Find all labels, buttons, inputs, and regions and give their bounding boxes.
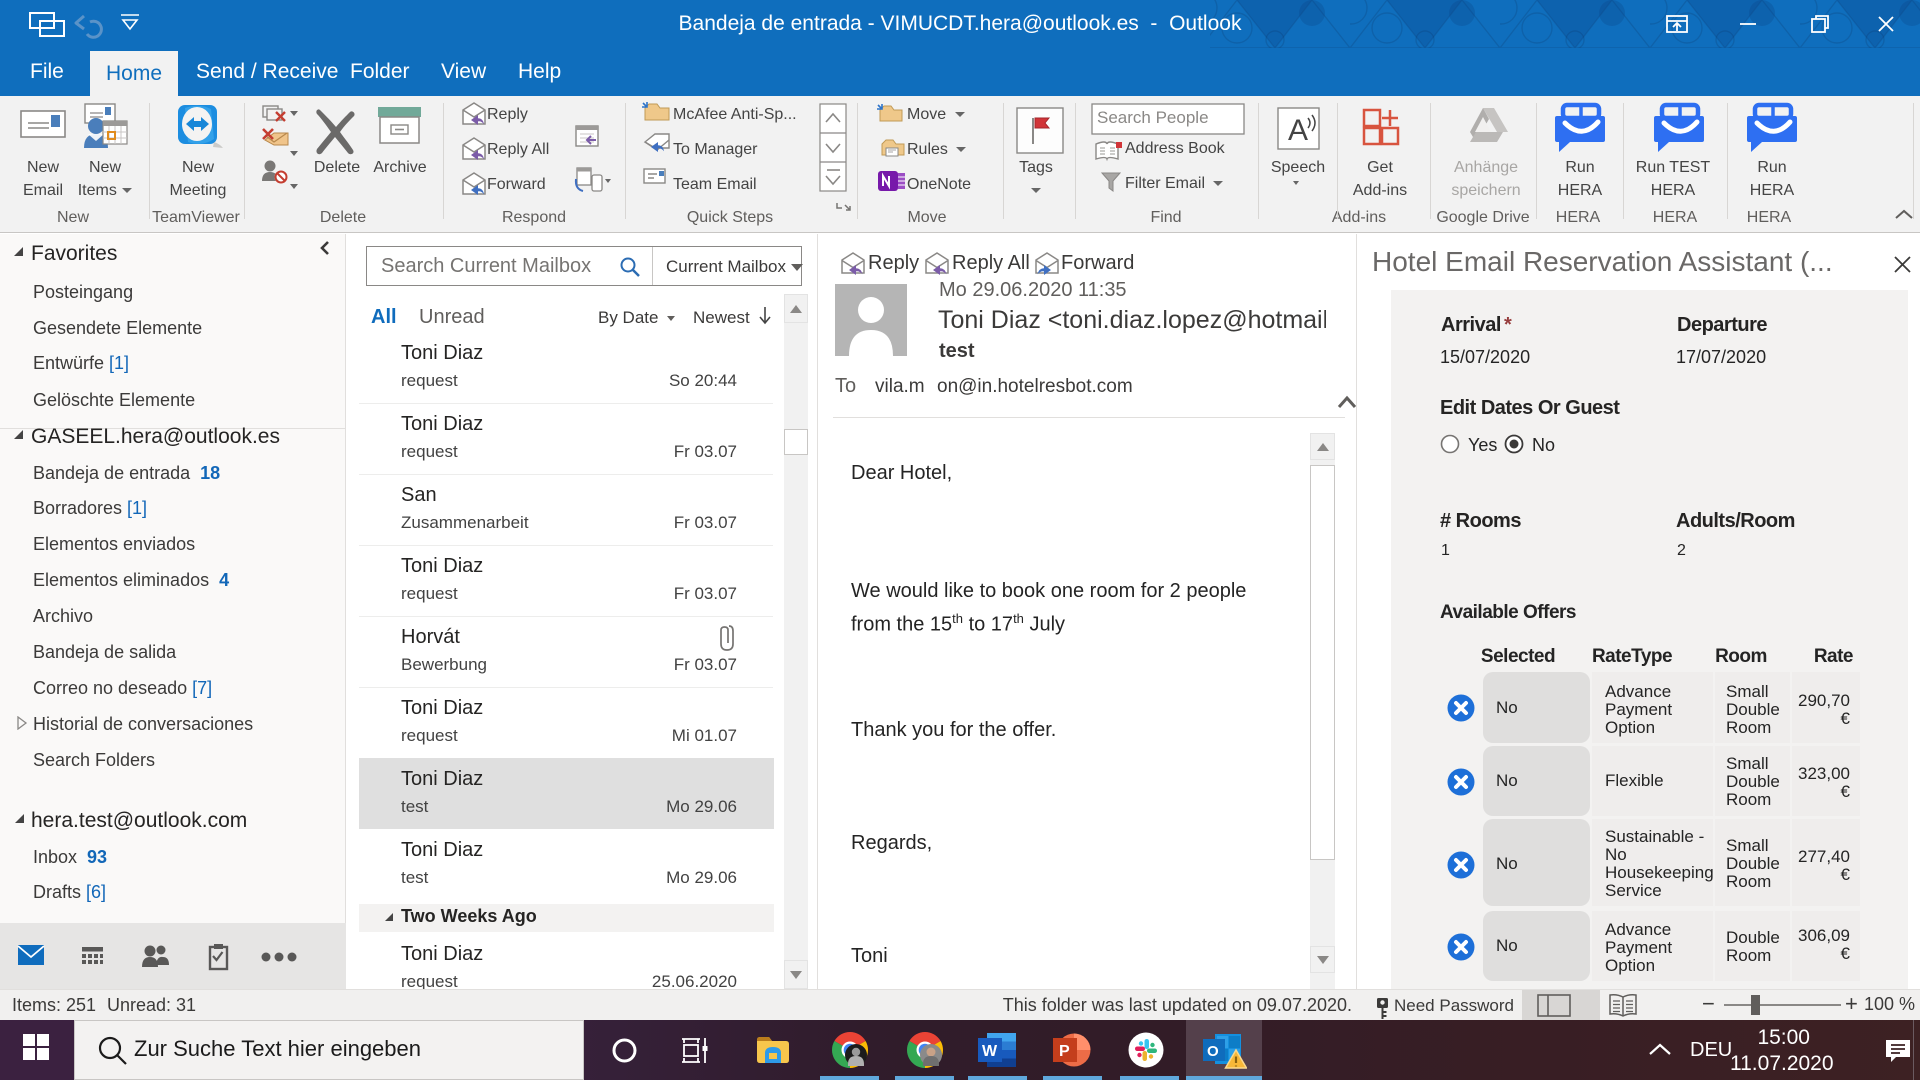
svg-text:A: A bbox=[1288, 114, 1308, 147]
svg-text:P: P bbox=[1059, 1043, 1070, 1060]
svg-text:W: W bbox=[982, 1043, 998, 1060]
svg-text:O: O bbox=[1207, 1043, 1219, 1060]
